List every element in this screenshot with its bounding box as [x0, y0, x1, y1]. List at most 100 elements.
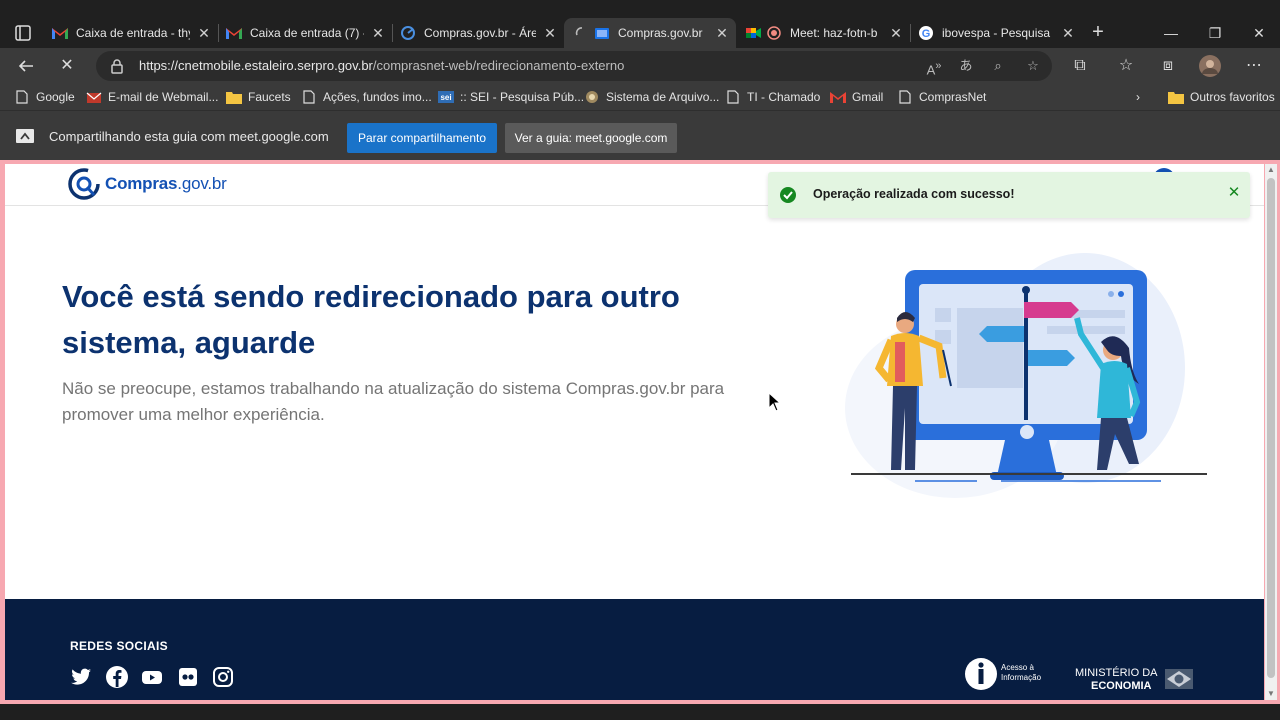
gmail-icon: [52, 25, 68, 41]
twitter-icon[interactable]: [69, 665, 93, 689]
bookmark-sei[interactable]: sei :: SEI - Pesquisa Púb...: [438, 88, 584, 106]
bookmark-other-favorites[interactable]: Outros favoritos: [1168, 88, 1275, 106]
view-shared-tab-button[interactable]: Ver a guia: meet.google.com: [505, 123, 677, 153]
logo-domain: .gov.br: [177, 174, 227, 193]
close-tab-icon[interactable]: ✕: [542, 25, 558, 41]
ministerio-economia-logo[interactable]: MINISTÉRIO DA ECONOMIA: [1075, 665, 1195, 693]
bookmark-label: Sistema de Arquivo...: [606, 90, 720, 104]
compras-logo[interactable]: Compras.gov.br: [67, 166, 227, 202]
url-host: https://cnetmobile.estaleiro.serpro.gov.…: [139, 58, 373, 73]
bookmark-label: Faucets: [248, 90, 291, 104]
success-toast: Operação realizada com sucesso! ✕: [768, 172, 1250, 218]
bookmark-comprasnet[interactable]: ComprasNet: [897, 88, 986, 106]
redirect-headline: Você está sendo redirecionado para outro…: [62, 279, 680, 360]
bookmark-google[interactable]: Google: [14, 88, 75, 106]
flickr-icon[interactable]: [176, 665, 200, 689]
brazil-flag-icon: [1165, 669, 1193, 689]
redirect-illustration: [845, 253, 1207, 498]
add-favorite-icon[interactable]: ☆: [1023, 56, 1043, 76]
tab-gmail-2[interactable]: Caixa de entrada (7) - t ✕: [226, 20, 386, 46]
close-tab-icon[interactable]: ✕: [1060, 25, 1076, 41]
stop-loading-icon[interactable]: ✕: [55, 54, 79, 78]
close-tab-icon[interactable]: ✕: [196, 25, 212, 41]
tab-strip: Caixa de entrada - thy ✕ Caixa de entrad…: [0, 0, 1280, 48]
page-icon: [14, 89, 30, 105]
bookmark-faucets[interactable]: Faucets: [226, 88, 291, 106]
tab-gmail-1[interactable]: Caixa de entrada - thy ✕: [52, 20, 212, 46]
bookmark-acoes[interactable]: Ações, fundos imo...: [301, 88, 432, 106]
page-scrollbar[interactable]: ▲ ▼: [1265, 164, 1277, 700]
tab-compras-area[interactable]: Compras.gov.br - Área ✕: [400, 20, 558, 46]
meet-icon: [746, 25, 762, 41]
tab-compras-active[interactable]: Compras.gov.br ✕: [564, 18, 736, 48]
bookmark-label: E-mail de Webmail...: [108, 90, 219, 104]
acesso-informacao-logo[interactable]: Acesso à Informação: [965, 657, 1045, 691]
svg-text:sei: sei: [440, 93, 451, 102]
bookmark-label: ComprasNet: [919, 90, 987, 104]
tab-label: Compras.gov.br - Área: [424, 26, 536, 40]
translate-icon[interactable]: あ: [956, 56, 976, 76]
ministerio-line2: ECONOMIA: [1091, 680, 1152, 692]
profile-avatar[interactable]: [1198, 54, 1222, 78]
lock-icon[interactable]: [110, 58, 126, 74]
address-bar[interactable]: https://cnetmobile.estaleiro.serpro.gov.…: [96, 51, 1052, 81]
scrollbar-thumb[interactable]: [1267, 178, 1275, 678]
bookmark-arquivo[interactable]: Sistema de Arquivo...: [584, 88, 719, 106]
tab-meet[interactable]: Meet: haz-fotn-b ✕: [746, 20, 904, 46]
minimize-icon[interactable]: —: [1160, 22, 1182, 44]
site-footer: REDES SOCIAIS Acesso à Informação MINIST…: [5, 599, 1264, 700]
close-tab-icon[interactable]: ✕: [370, 25, 386, 41]
close-toast-icon[interactable]: ✕: [1224, 183, 1244, 203]
toast-message: Operação realizada com sucesso!: [813, 187, 1015, 201]
extensions-icon[interactable]: ⧉: [1068, 54, 1092, 78]
collections-icon[interactable]: ⧈: [1156, 54, 1180, 78]
page-icon: [301, 89, 317, 105]
facebook-icon[interactable]: [105, 665, 129, 689]
url-path: /comprasnet-web/redirecionamento-externo: [372, 58, 625, 73]
chevron-right-icon[interactable]: ›: [1136, 88, 1140, 106]
bookmark-ti-chamado[interactable]: TI - Chamado: [725, 88, 820, 106]
bookmark-label: Gmail: [852, 90, 884, 104]
redirect-message: Não se preocupe, estamos trabalhando na …: [62, 379, 725, 424]
bookmark-label: TI - Chamado: [747, 90, 821, 104]
url-text[interactable]: https://cnetmobile.estaleiro.serpro.gov.…: [139, 58, 624, 73]
restore-icon[interactable]: ❐: [1204, 22, 1226, 44]
settings-more-icon[interactable]: ⋯: [1242, 54, 1266, 78]
tab-sharing-bar: Compartilhando esta guia com meet.google…: [0, 110, 1280, 160]
zoom-icon[interactable]: ⌕: [988, 56, 1008, 76]
svg-text:G: G: [922, 28, 931, 40]
ministerio-line1: MINISTÉRIO DA: [1075, 667, 1158, 679]
archive-icon: [584, 89, 600, 105]
google-icon: G: [918, 25, 934, 41]
tab-divider: [392, 24, 393, 42]
tab-actions-icon[interactable]: [12, 22, 34, 44]
bookmark-gmail[interactable]: Gmail: [830, 88, 883, 106]
close-tab-icon[interactable]: ✕: [714, 25, 730, 41]
tab-label: Compras.gov.br: [618, 26, 703, 40]
youtube-icon[interactable]: [140, 665, 164, 689]
logo-name: Compras: [105, 174, 178, 193]
tab-label: Meet: haz-fotn-b: [790, 26, 878, 40]
read-aloud-icon[interactable]: A»: [924, 56, 944, 77]
favorites-icon[interactable]: ☆: [1114, 54, 1138, 78]
page-viewport: Compras.gov.br Operação realizada com su…: [0, 160, 1280, 704]
instagram-icon[interactable]: [211, 665, 235, 689]
close-window-icon[interactable]: ✕: [1248, 22, 1270, 44]
window-bottom-edge: [0, 704, 1280, 720]
stop-sharing-button[interactable]: Parar compartilhamento: [347, 123, 497, 153]
tab-label: Caixa de entrada (7) - t: [250, 26, 364, 40]
logo-text: Compras.gov.br: [105, 174, 227, 194]
bookmark-webmail[interactable]: E-mail de Webmail...: [86, 88, 218, 106]
tab-google-search[interactable]: G ibovespa - Pesquisa G ✕: [918, 20, 1076, 46]
close-tab-icon[interactable]: ✕: [888, 25, 904, 41]
social-title: REDES SOCIAIS: [70, 639, 168, 653]
back-icon[interactable]: [14, 54, 38, 78]
scroll-up-icon[interactable]: ▲: [1265, 164, 1277, 176]
new-tab-icon[interactable]: +: [1088, 22, 1108, 42]
share-screen-icon: [16, 129, 34, 143]
bookmark-label: :: SEI - Pesquisa Púb...: [460, 90, 585, 104]
browser-toolbar: ✕ https://cnetmobile.estaleiro.serpro.go…: [0, 48, 1280, 84]
scroll-down-icon[interactable]: ▼: [1265, 688, 1277, 700]
acesso-line1: Acesso à: [1001, 663, 1034, 672]
folder-icon: [1168, 89, 1184, 105]
